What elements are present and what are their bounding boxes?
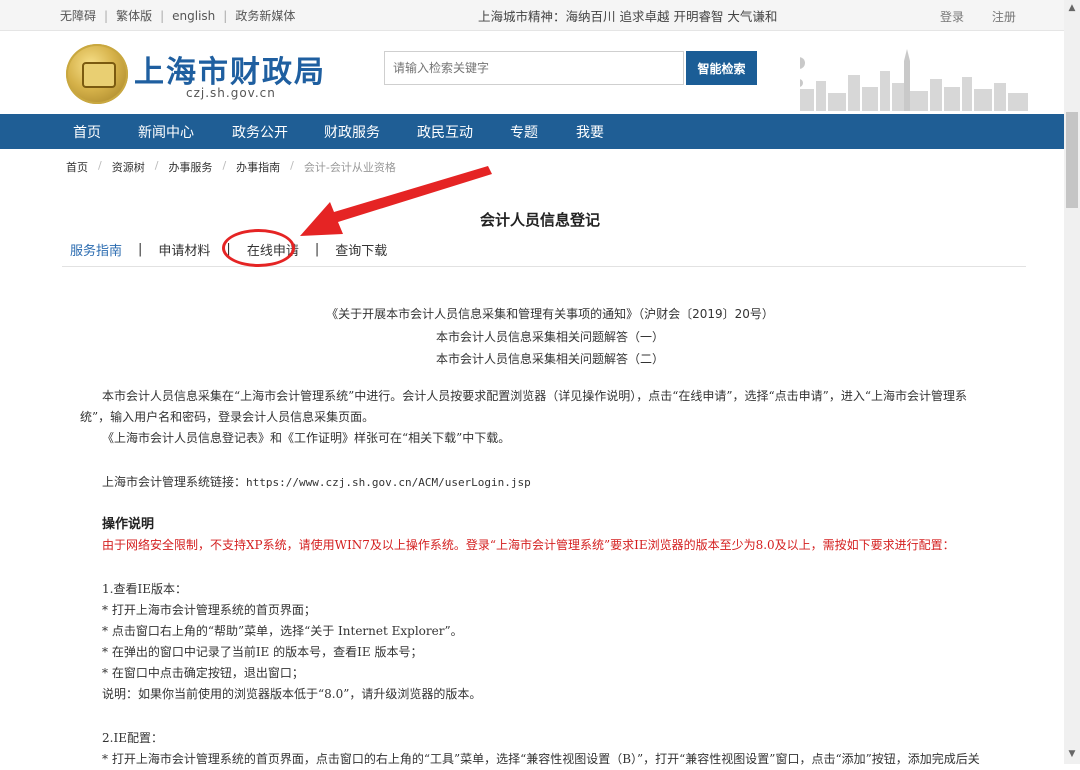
breadcrumb-guide[interactable]: 办事指南 bbox=[236, 159, 280, 175]
list-item: * 在弹出的窗口中记录了当前IE 的版本号，查看IE 版本号； bbox=[102, 645, 423, 659]
step-title: 1.查看IE版本： bbox=[102, 582, 187, 596]
tab-divider: | bbox=[138, 242, 143, 257]
vertical-scrollbar[interactable]: ▲ ▼ bbox=[1064, 0, 1080, 764]
tab-application-materials[interactable]: 申请材料 bbox=[158, 240, 210, 259]
scroll-up-icon[interactable]: ▲ bbox=[1064, 0, 1080, 16]
search-input[interactable] bbox=[385, 52, 683, 84]
notice-link[interactable]: 《关于开展本市会计人员信息采集和管理有关事项的通知》（沪财会〔2019〕20号） bbox=[0, 303, 1080, 326]
list-item: * 打开上海市会计管理系统的首页界面； bbox=[102, 603, 316, 617]
site-domain: czj.sh.gov.cn bbox=[186, 86, 276, 100]
site-header: 上海市财政局 czj.sh.gov.cn 智能检索 bbox=[0, 31, 1064, 114]
site-title[interactable]: 上海市财政局 bbox=[134, 47, 326, 91]
operation-section: 操作说明 由于网络安全限制，不支持XP系统，请使用WIN7及以上操作系统。登录“… bbox=[80, 514, 1012, 556]
nav-item-i-want[interactable]: 我要 bbox=[576, 122, 604, 142]
city-skyline-icon bbox=[800, 49, 1028, 111]
breadcrumb-separator: / bbox=[98, 159, 102, 172]
step-note: 说明：如果你当前使用的浏览器版本低于“8.0”，请升级浏览器的版本。 bbox=[102, 687, 482, 701]
breadcrumb-resource-tree[interactable]: 资源树 bbox=[112, 159, 145, 175]
warning-text: 由于网络安全限制，不支持XP系统，请使用WIN7及以上操作系统。登录“上海市会计… bbox=[102, 538, 955, 552]
scrollbar-thumb[interactable] bbox=[1066, 112, 1078, 208]
nav-item-topics[interactable]: 专题 bbox=[510, 122, 538, 142]
tab-service-guide[interactable]: 服务指南 bbox=[70, 240, 122, 259]
tab-divider: | bbox=[314, 242, 320, 257]
search-button[interactable]: 智能检索 bbox=[686, 51, 757, 85]
list-item: * 在窗口中点击确定按钮，退出窗口； bbox=[102, 666, 304, 680]
system-link-url[interactable]: https://www.czj.sh.gov.cn/ACM/userLogin.… bbox=[246, 476, 531, 489]
main-nav: 首页 新闻中心 政务公开 财政服务 政民互动 专题 我要 bbox=[0, 114, 1064, 149]
faq-link-2[interactable]: 本市会计人员信息采集相关问题解答（二） bbox=[0, 348, 1080, 371]
system-link-label: 上海市会计管理系统链接： bbox=[102, 475, 247, 489]
breadcrumb-separator: / bbox=[290, 159, 294, 172]
divider: | bbox=[104, 8, 109, 23]
divider: | bbox=[223, 8, 228, 23]
section-title: 操作说明 bbox=[102, 517, 155, 532]
breadcrumb-separator: / bbox=[222, 159, 227, 172]
nav-item-gov-open[interactable]: 政务公开 bbox=[232, 122, 288, 142]
emblem-logo-icon[interactable] bbox=[66, 44, 128, 104]
login-link[interactable]: 登录 bbox=[940, 10, 964, 24]
intro-line-2: 统”，输入用户名和密码，登录会计人员信息采集页面。 bbox=[80, 410, 375, 424]
breadcrumb: 首页 / 资源树 / 办事服务 / 办事指南 / 会计-会计从业资格 bbox=[66, 159, 396, 175]
download-note: 《上海市会计人员信息登记表》和《工作证明》样张可在“相关下载”中下载。 bbox=[102, 431, 511, 445]
step-title: 2.IE配置： bbox=[102, 731, 163, 745]
list-item: * 点击窗口右上角的“帮助”菜单，选择“关于 Internet Explorer… bbox=[102, 624, 463, 638]
breadcrumb-services[interactable]: 办事服务 bbox=[168, 159, 212, 175]
faq-link-1[interactable]: 本市会计人员信息采集相关问题解答（一） bbox=[0, 326, 1080, 349]
scroll-down-icon[interactable]: ▼ bbox=[1064, 746, 1080, 762]
account-links: 登录 注册 bbox=[940, 8, 1040, 25]
tab-query-download[interactable]: 查询下载 bbox=[335, 240, 387, 259]
nav-item-news[interactable]: 新闻中心 bbox=[138, 122, 194, 142]
nav-item-interaction[interactable]: 政民互动 bbox=[417, 122, 473, 142]
notice-links: 《关于开展本市会计人员信息采集和管理有关事项的通知》（沪财会〔2019〕20号）… bbox=[0, 303, 1080, 371]
breadcrumb-separator: / bbox=[154, 159, 159, 172]
top-utility-bar: 无障碍 | 繁体版 | english | 政务新媒体 上海城市精神：海纳百川 … bbox=[0, 0, 1064, 31]
page-title: 会计人员信息登记 bbox=[479, 211, 600, 229]
divider: | bbox=[160, 8, 165, 23]
city-slogan: 上海城市精神：海纳百川 追求卓越 开明睿智 大气谦和 bbox=[478, 9, 778, 24]
annotation-circle bbox=[222, 229, 295, 267]
intro-line-1: 本市会计人员信息采集在“上海市会计管理系统”中进行。会计人员按要求配置浏览器（详… bbox=[102, 389, 967, 403]
nav-item-home[interactable]: 首页 bbox=[73, 122, 101, 142]
utility-links: 无障碍 | 繁体版 | english | 政务新媒体 bbox=[60, 7, 295, 24]
register-link[interactable]: 注册 bbox=[992, 10, 1016, 24]
intro-paragraph: 本市会计人员信息采集在“上海市会计管理系统”中进行。会计人员按要求配置浏览器（详… bbox=[80, 386, 967, 449]
search-box bbox=[384, 51, 684, 85]
step-1: 1.查看IE版本： * 打开上海市会计管理系统的首页界面； * 点击窗口右上角的… bbox=[80, 579, 481, 705]
traditional-chinese-link[interactable]: 繁体版 bbox=[116, 7, 152, 24]
tabs-divider-line bbox=[62, 266, 1026, 267]
system-link-line: 上海市会计管理系统链接：https://www.czj.sh.gov.cn/AC… bbox=[80, 472, 531, 493]
nav-item-finance-services[interactable]: 财政服务 bbox=[324, 122, 380, 142]
breadcrumb-home[interactable]: 首页 bbox=[66, 159, 88, 175]
accessibility-link[interactable]: 无障碍 bbox=[60, 7, 96, 24]
list-item: * 打开上海市会计管理系统的首页界面，点击窗口的右上角的“工具”菜单，选择“兼容… bbox=[102, 752, 980, 766]
english-link[interactable]: english bbox=[172, 9, 215, 23]
breadcrumb-current: 会计-会计从业资格 bbox=[303, 161, 396, 174]
new-media-link[interactable]: 政务新媒体 bbox=[235, 7, 295, 24]
